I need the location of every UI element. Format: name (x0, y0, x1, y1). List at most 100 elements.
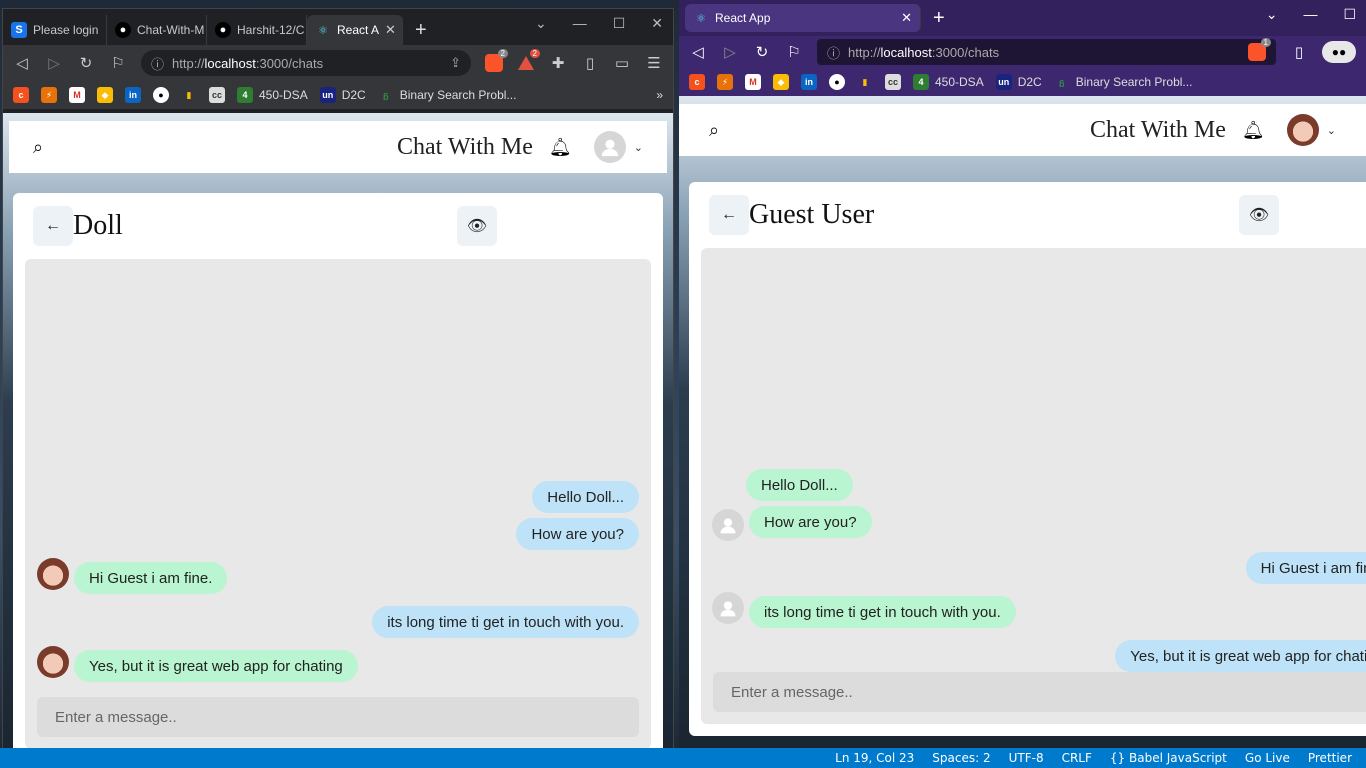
message-input[interactable]: Enter a message.. (37, 697, 639, 737)
bookmark-github[interactable]: ● (829, 74, 845, 90)
view-profile-button[interactable]: 👁︎ (457, 206, 497, 246)
line-ending[interactable]: CRLF (1062, 751, 1092, 765)
back-icon[interactable]: ◁ (689, 43, 707, 61)
new-tab-button[interactable]: + (403, 15, 439, 45)
indentation[interactable]: Spaces: 2 (932, 751, 990, 765)
go-live-button[interactable]: Go Live (1245, 751, 1290, 765)
tab-react-app[interactable]: ⚛ React A ✕ (307, 15, 403, 45)
bookmark-cc[interactable]: cc (209, 87, 225, 103)
bookmark-github[interactable]: ● (153, 87, 169, 103)
tab-search-icon[interactable]: ⌄ (535, 15, 547, 32)
minimize-button[interactable]: — (573, 15, 587, 32)
more-bookmarks-icon[interactable]: » (656, 88, 663, 102)
bookmark-analytics[interactable]: ▮ (181, 87, 197, 103)
bookmark-gmail[interactable]: M (69, 87, 85, 103)
bell-icon[interactable]: 🔔︎ (1242, 120, 1265, 141)
page-viewport: ⌕ Chat With Me 🔔︎ ⌄ ← Guest User 👁︎ Hell… (679, 96, 1366, 750)
bookmark-item[interactable]: ⚡ (41, 87, 57, 103)
extensions-icon[interactable]: ✚ (549, 54, 567, 72)
back-icon[interactable]: ◁ (13, 54, 31, 72)
header-actions: 🔔︎ ⌄ (549, 131, 643, 163)
bookmark-item[interactable]: ◆ (773, 74, 789, 90)
sender-avatar (37, 646, 69, 678)
bookmark-icon[interactable]: ⚐ (109, 54, 127, 72)
bookmark-item[interactable]: ◆ (97, 87, 113, 103)
bookmark-cc[interactable]: cc (885, 74, 901, 90)
chat-name: Doll (73, 210, 123, 241)
search-icon[interactable]: ⌕ (33, 137, 43, 158)
bookmark-linkedin[interactable]: in (125, 87, 141, 103)
profile-avatar[interactable] (1286, 114, 1319, 146)
bookmark-d2c[interactable]: un D2C (995, 74, 1042, 90)
close-window-button[interactable]: ✕ (651, 15, 663, 32)
bookmark-codechef[interactable]: c (13, 87, 29, 103)
maximize-button[interactable]: ☐ (613, 15, 626, 32)
right-browser-window: ⚛ React App ✕ + ⌄ — ☐ ◁ ▷ ↻ ⚐ ⓘ http://l… (679, 0, 1366, 750)
reload-icon[interactable]: ↻ (77, 54, 95, 72)
codechef-icon: c (689, 74, 705, 90)
bookmark-gmail[interactable]: M (745, 74, 761, 90)
sidebar-icon[interactable]: ▯ (1290, 43, 1308, 61)
bookmark-analytics[interactable]: ▮ (857, 74, 873, 90)
app-header: ⌕ Chat With Me 🔔︎ ⌄ (9, 121, 667, 173)
linkedin-icon: in (125, 87, 141, 103)
header-actions: 🔔︎ ⌄ (1242, 114, 1336, 146)
minimize-button[interactable]: — (1303, 6, 1317, 23)
gmail-icon: M (745, 74, 761, 90)
chevron-down-icon[interactable]: ⌄ (1327, 124, 1336, 137)
back-button[interactable]: ← (709, 195, 749, 235)
bookmark-450-dsa[interactable]: 4 450-DSA (913, 74, 984, 90)
menu-icon[interactable]: ☰ (645, 54, 663, 72)
bookmark-450-dsa[interactable]: 4 450-DSA (237, 87, 308, 103)
tab-label: React App (715, 11, 771, 25)
bookmark-linkedin[interactable]: in (801, 74, 817, 90)
language-mode[interactable]: {} Babel JavaScript (1110, 751, 1227, 765)
bookmark-codechef[interactable]: c (689, 74, 705, 90)
tab-label: Harshit-12/C (237, 23, 305, 37)
message-input[interactable]: Enter a message.. (713, 672, 1366, 712)
bell-icon[interactable]: 🔔︎ (549, 137, 572, 158)
share-icon[interactable]: ⇪ (450, 55, 461, 71)
search-icon[interactable]: ⌕ (709, 120, 719, 141)
encoding[interactable]: UTF-8 (1009, 751, 1044, 765)
sender-avatar (712, 509, 744, 541)
tab-chat-with-me[interactable]: ● Chat-With-M (107, 15, 207, 45)
unstop-icon: un (995, 74, 1012, 90)
info-icon[interactable]: ⓘ (151, 54, 164, 73)
tab-react-app[interactable]: ⚛ React App ✕ (685, 4, 921, 32)
wallet-icon[interactable]: ▭ (613, 54, 631, 72)
back-button[interactable]: ← (33, 206, 73, 246)
bookmark-d2c[interactable]: un D2C (319, 87, 366, 103)
close-tab-icon[interactable]: ✕ (385, 22, 396, 38)
forward-icon[interactable]: ▷ (721, 43, 739, 61)
close-tab-icon[interactable]: ✕ (901, 10, 912, 26)
chevron-down-icon[interactable]: ⌄ (634, 141, 643, 154)
maximize-button[interactable]: ☐ (1343, 6, 1356, 23)
bookmark-icon: ◆ (97, 87, 113, 103)
profile-avatar[interactable] (593, 131, 626, 163)
bookmark-binary-search[interactable]: ᵷ Binary Search Probl... (378, 87, 516, 103)
private-mode-icon[interactable]: ●● (1322, 41, 1356, 63)
cursor-position[interactable]: Ln 19, Col 23 (835, 751, 914, 765)
brave-shield-icon[interactable]: 2 (485, 49, 508, 72)
sidebar-icon[interactable]: ▯ (581, 54, 599, 72)
tab-please-login[interactable]: S Please login (3, 15, 107, 45)
info-icon[interactable]: ⓘ (827, 43, 840, 62)
tab-label: Please login (33, 23, 99, 37)
url-text: http://localhost:3000/chats (172, 55, 324, 71)
address-bar[interactable]: ⓘ http://localhost:3000/chats ⇪ (141, 50, 471, 76)
brave-shield-icon[interactable]: 1 (1248, 38, 1271, 61)
reload-icon[interactable]: ↻ (753, 43, 771, 61)
bookmark-item[interactable]: ⚡ (717, 74, 733, 90)
prettier-status[interactable]: Prettier (1308, 751, 1352, 765)
view-profile-button[interactable]: 👁︎ (1239, 195, 1279, 235)
brave-rewards-icon[interactable]: 2 (517, 49, 540, 72)
tab-harshit[interactable]: ● Harshit-12/C (207, 15, 307, 45)
bookmark-icon[interactable]: ⚐ (785, 43, 803, 61)
four-icon: 4 (913, 74, 929, 90)
bookmark-binary-search[interactable]: ᵷ Binary Search Probl... (1054, 74, 1192, 90)
tab-search-icon[interactable]: ⌄ (1266, 6, 1278, 23)
forward-icon[interactable]: ▷ (45, 54, 63, 72)
address-bar[interactable]: ⓘ http://localhost:3000/chats 1 (817, 38, 1276, 65)
new-tab-button[interactable]: + (921, 3, 957, 33)
